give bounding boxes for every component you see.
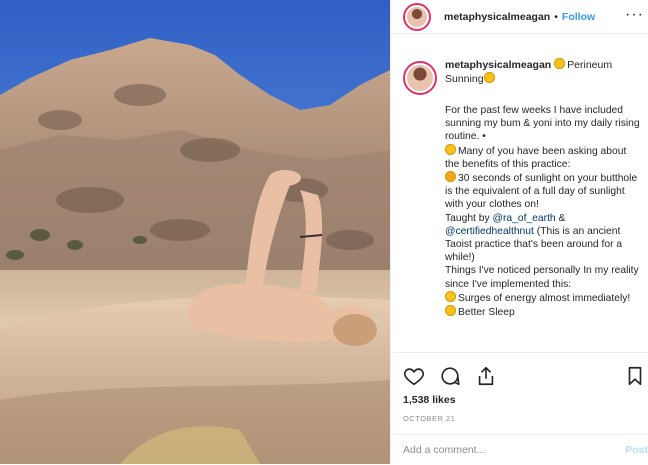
add-comment-bar: Add a comment... Post — [391, 434, 648, 465]
comment-icon[interactable] — [439, 365, 461, 387]
bookmark-icon[interactable] — [624, 365, 646, 387]
lightning-emoji-icon — [445, 171, 456, 183]
heart-icon[interactable] — [403, 365, 425, 387]
sun-emoji-icon — [445, 305, 456, 317]
post-sidebar: metaphysicalmeagan • Follow ··· metaphys… — [390, 0, 648, 464]
caption-bullet-1: Surges of energy almost immediately! — [458, 292, 631, 304]
like-count[interactable]: 1,538 likes — [391, 394, 648, 406]
caption-title-block: metaphysicalmeagan Perineum Sunning — [445, 58, 635, 95]
post-comment-button[interactable]: Post — [625, 444, 648, 456]
post-actions: 1,538 likes OCTOBER 21 Add a comment... … — [391, 352, 648, 465]
caption-paragraph-3: 30 seconds of sunlight on your butthole … — [445, 173, 638, 211]
separator-dot: • — [554, 10, 558, 23]
sun-emoji-icon — [483, 72, 495, 83]
ampersand: & — [558, 212, 566, 224]
post-date: OCTOBER 21 — [403, 414, 456, 423]
mention-ra-of-earth[interactable]: @ra_of_earth — [493, 213, 556, 224]
sun-emoji-icon — [554, 58, 566, 69]
caption-avatar[interactable] — [403, 61, 437, 95]
caption-body: For the past few weeks I have included s… — [445, 104, 641, 319]
header-username[interactable]: metaphysicalmeagan — [444, 11, 550, 23]
share-icon[interactable] — [475, 365, 497, 387]
comment-input[interactable]: Add a comment... — [403, 444, 485, 456]
caption-bullet-2: Better Sleep — [458, 307, 515, 319]
taught-by-label: Taught by — [445, 212, 490, 224]
caption-username[interactable]: metaphysicalmeagan — [445, 59, 551, 71]
avatar[interactable] — [403, 2, 431, 31]
mention-certifiedhealthnut[interactable]: @certifiedhealthnut — [445, 226, 534, 237]
caption-paragraph-2: Many of you have been asking about the b… — [445, 145, 627, 170]
action-icons — [391, 353, 648, 387]
post-image — [0, 0, 390, 464]
sun-emoji-icon — [445, 290, 456, 302]
post-photo[interactable] — [0, 0, 390, 464]
follow-button[interactable]: Follow — [562, 11, 595, 23]
caption-paragraph-1: For the past few weeks I have included s… — [445, 105, 640, 143]
caption-paragraph-5: Things I've noticed personally In my rea… — [445, 265, 639, 290]
sun-emoji-icon — [445, 143, 456, 155]
caption-scroll-area[interactable]: metaphysicalmeagan Perineum Sunning For … — [403, 58, 642, 352]
caption-header: metaphysicalmeagan Perineum Sunning — [403, 58, 642, 95]
more-options-icon[interactable]: ··· — [625, 6, 644, 24]
post-header: metaphysicalmeagan • Follow ··· — [391, 0, 648, 34]
